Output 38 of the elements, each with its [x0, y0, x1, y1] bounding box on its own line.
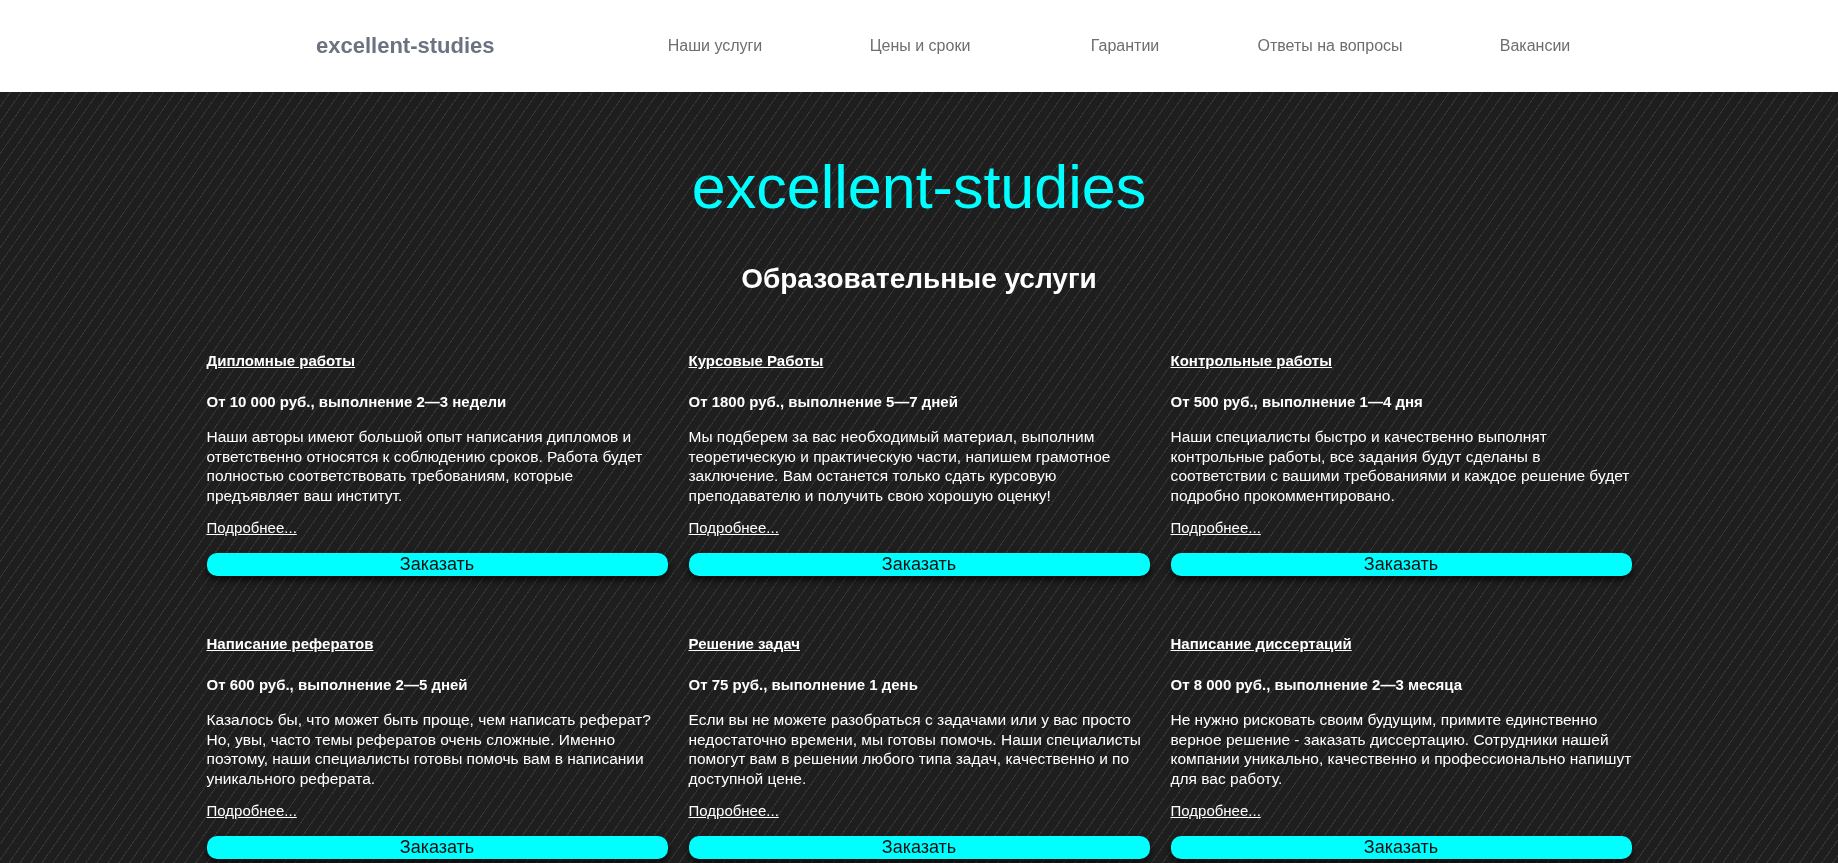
more-link[interactable]: Подробнее...	[688, 801, 779, 821]
nav-link[interactable]: Гарантии	[1022, 37, 1228, 55]
service-description: Мы подберем за вас необходимый материал, выполним теоретическую и практическую части, напишем грамотное заключение. Вам останется только сдать курсовую преподавателю и получить свою хорошую оценку!	[688, 427, 1112, 505]
price-text: От 1800 руб., выполнение 5—7 дней	[688, 392, 958, 412]
order-button[interactable]: Заказать	[688, 553, 1150, 576]
service-title-link[interactable]: Решение задач	[688, 634, 800, 654]
nav-link[interactable]: Ответы на вопросы	[1227, 37, 1433, 55]
service-title-link[interactable]: Курсовые Работы	[688, 351, 824, 371]
more-link[interactable]: Подробнее...	[1170, 801, 1261, 821]
service-title-link[interactable]: Контрольные работы	[1170, 351, 1333, 371]
price-text: От 10 000 руб., выполнение 2—3 недели	[206, 392, 507, 412]
service-description: Не нужно рисковать своим будущим, примите единственно верное решение - заказать диссертацию. Сотрудники нашей компании уникально, качественно и профессионально напишут для вас работу.	[1170, 710, 1632, 788]
more-link[interactable]: Подробнее...	[1170, 518, 1261, 538]
order-button[interactable]: Заказать	[688, 836, 1150, 859]
price-text: От 8 000 руб., выполнение 2—3 месяца	[1170, 675, 1462, 695]
site-logo[interactable]: excellent-studies	[316, 33, 495, 59]
more-link[interactable]: Подробнее...	[206, 801, 297, 821]
service-title-link[interactable]: Написание рефератов	[206, 634, 374, 654]
hero-title: excellent-studies	[691, 152, 1147, 222]
nav-link[interactable]: Цены и сроки	[817, 37, 1023, 55]
service-description: Наши авторы имеют большой опыт написания дипломов и ответственно относятся к соблюдению сроков. Работа будет полностью соответствовать требованиям, которые предъявляет ваш институт.	[206, 427, 644, 505]
more-link[interactable]: Подробнее...	[206, 518, 297, 538]
nav-link[interactable]: Наши услуги	[612, 37, 818, 55]
order-button[interactable]: Заказать	[1170, 553, 1632, 576]
price-text: От 500 руб., выполнение 1—4 дня	[1170, 392, 1423, 412]
service-title-link[interactable]: Написание диссертаций	[1170, 634, 1352, 654]
service-description: Если вы не можете разобраться с задачами или у вас просто недостаточно времени, мы готовы помочь. Наши специалисты помогут вам в решении любого типа задач, качественно и по доступной цене.	[688, 710, 1142, 788]
service-title-link[interactable]: Дипломные работы	[206, 351, 355, 371]
order-button[interactable]: Заказать	[206, 836, 668, 859]
service-description: Казалось бы, что может быть проще, чем написать реферат? Но, увы, часто темы рефератов очень сложные. Именно поэтому, наши специалисты готовы помочь вам в написании уникального реферата.	[206, 710, 652, 788]
price-text: От 75 руб., выполнение 1 день	[688, 675, 918, 695]
service-description: Наши специалисты быстро и качественно выполнят контрольные работы, все задания будут сделаны в соответствии с вашими требованиями и каждое решение будет подробно прокомментировано.	[1170, 427, 1631, 505]
more-link[interactable]: Подробнее...	[688, 518, 779, 538]
nav-link[interactable]: Вакансии	[1432, 37, 1638, 55]
order-button[interactable]: Заказать	[1170, 836, 1632, 859]
section-heading: Образовательные услуги	[741, 262, 1097, 296]
price-text: От 600 руб., выполнение 2—5 дней	[206, 675, 468, 695]
order-button[interactable]: Заказать	[206, 553, 668, 576]
